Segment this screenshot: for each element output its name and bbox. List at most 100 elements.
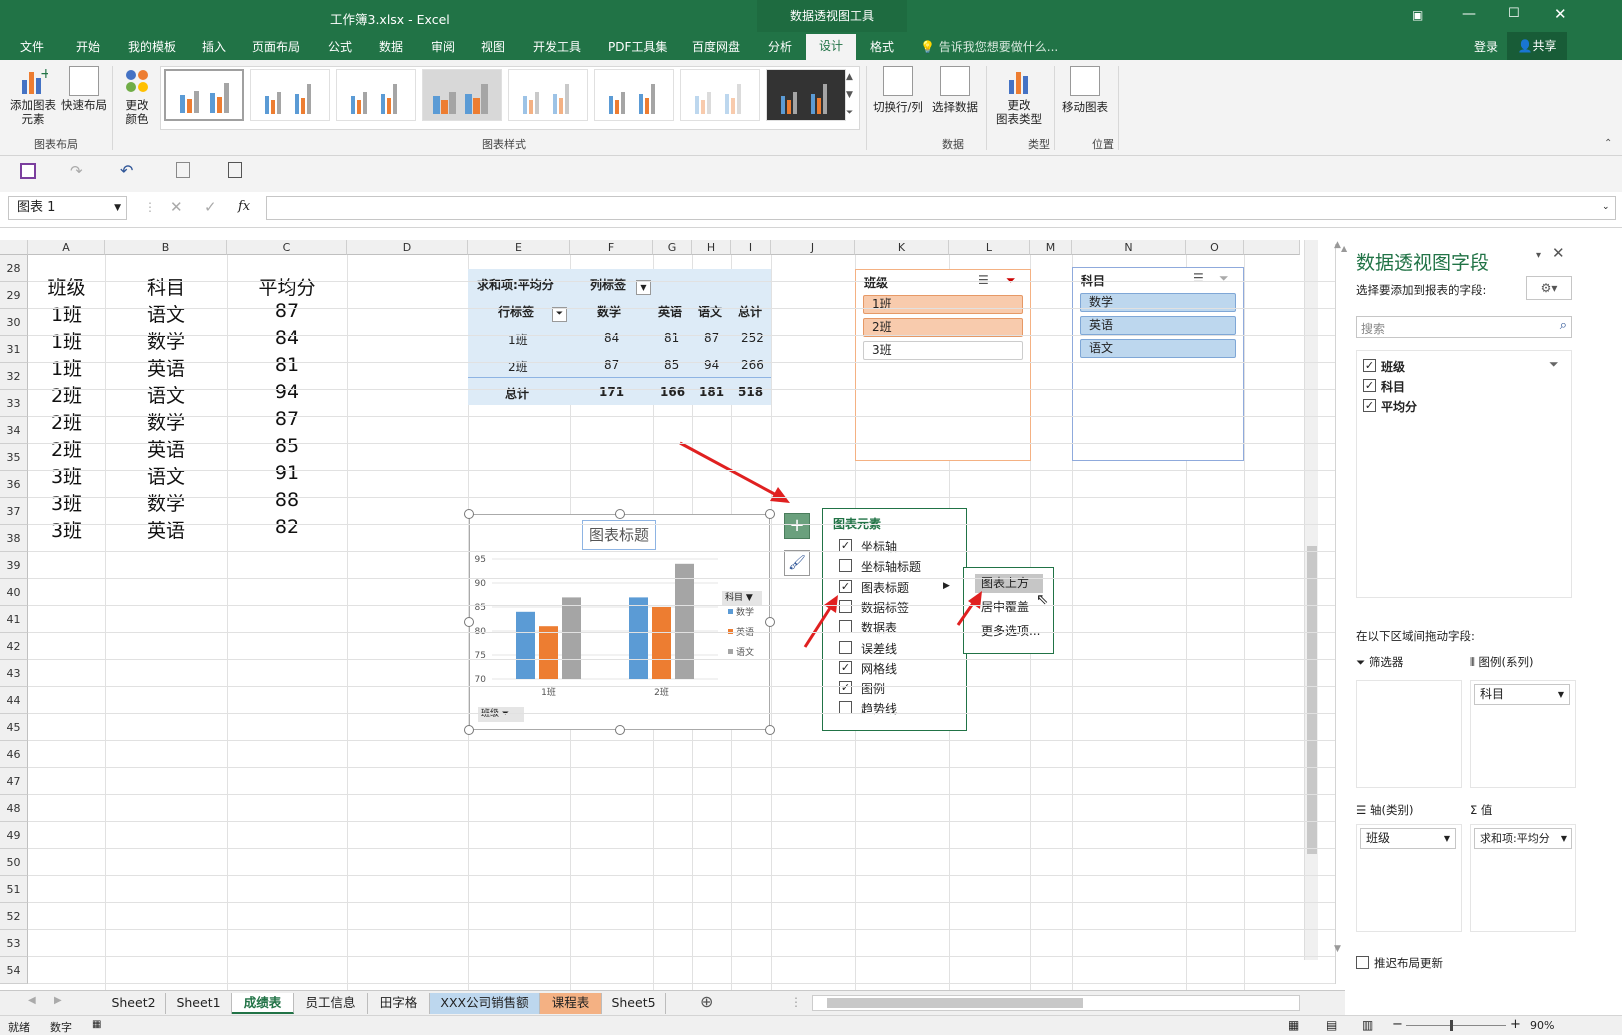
col-header-d[interactable]: D <box>347 240 468 255</box>
table-cell[interactable]: 英语 <box>105 435 227 462</box>
pivot-cell[interactable]: 87 <box>704 331 719 345</box>
table-cell[interactable]: 语文 <box>105 462 227 489</box>
row-header[interactable]: 53 <box>0 930 28 957</box>
expand-formula-icon[interactable]: ⌄ <box>1602 202 1610 212</box>
table-cell[interactable]: 3班 <box>28 462 105 489</box>
table-cell[interactable]: 1班 <box>28 354 105 381</box>
table-cell[interactable]: 数学 <box>105 408 227 435</box>
ribbon-display-icon[interactable]: ▣ <box>1412 8 1423 22</box>
defer-update-option[interactable]: 推迟布局更新 <box>1356 954 1576 972</box>
row-header[interactable]: 49 <box>0 822 28 849</box>
table-cell[interactable]: 91 <box>227 462 347 484</box>
normal-view-icon[interactable]: ▦ <box>1288 1018 1299 1032</box>
collapse-ribbon-icon[interactable]: ⌃ <box>1604 138 1612 149</box>
scroll-down-icon[interactable]: ▼ <box>1334 944 1341 954</box>
table-cell[interactable]: 81 <box>227 354 347 376</box>
sheet-tab[interactable]: 员工信息 <box>294 993 368 1014</box>
axis-field-button[interactable]: 班级 ⏷ <box>478 707 524 722</box>
table-cell[interactable]: 语文 <box>105 300 227 327</box>
pivot-cell[interactable]: 81 <box>664 331 679 345</box>
row-header[interactable]: 48 <box>0 795 28 822</box>
row-header[interactable]: 37 <box>0 498 28 525</box>
tab-formulas[interactable]: 公式 <box>328 38 352 55</box>
table-cell[interactable]: 3班 <box>28 516 105 543</box>
multi-select-icon[interactable]: ☰ <box>1193 271 1204 285</box>
pivot-cell[interactable]: 266 <box>741 358 764 372</box>
resize-handle[interactable] <box>765 725 775 735</box>
zoom-slider-thumb[interactable] <box>1450 1020 1453 1031</box>
chart-element-item[interactable]: ✓ 图例 <box>839 679 949 697</box>
row-header[interactable]: 41 <box>0 606 28 633</box>
pivot-cell[interactable]: 94 <box>704 358 719 372</box>
redo-icon[interactable]: ↷ <box>70 162 83 180</box>
row-header[interactable]: 38 <box>0 525 28 552</box>
horizontal-scrollbar[interactable] <box>812 995 1300 1011</box>
table-cell[interactable]: 87 <box>227 408 347 430</box>
share-button[interactable]: 👤共享 <box>1507 32 1567 60</box>
sheet-tab[interactable]: 课程表 <box>540 993 602 1014</box>
filter-area[interactable] <box>1356 680 1462 788</box>
chart-style-5[interactable] <box>508 69 588 121</box>
table-cell[interactable]: 1班 <box>28 327 105 354</box>
table-cell[interactable]: 88 <box>227 489 347 511</box>
sheet-tab[interactable]: Sheet5 <box>602 993 666 1014</box>
tab-baidu[interactable]: 百度网盘 <box>692 38 740 55</box>
table-cell[interactable]: 2班 <box>28 408 105 435</box>
field-item-subject[interactable]: ✓ 科目 <box>1363 377 1563 395</box>
field-checkbox[interactable]: ✓ <box>1363 379 1376 392</box>
login-link[interactable]: 登录 <box>1474 38 1498 55</box>
col-header-f[interactable]: F <box>570 240 653 255</box>
pivot-col-english[interactable]: 英语 <box>658 303 682 320</box>
undo-icon[interactable]: ↶ <box>120 161 133 180</box>
resize-handle[interactable] <box>464 617 474 627</box>
tab-pdf[interactable]: PDF工具集 <box>608 38 667 55</box>
tab-analyze[interactable]: 分析 <box>768 38 792 55</box>
resize-handle[interactable] <box>464 509 474 519</box>
close-icon[interactable]: ✕ <box>1554 5 1567 23</box>
col-header-k[interactable]: K <box>855 240 949 255</box>
pane-scroll-up[interactable]: ▲ <box>1341 244 1351 254</box>
slicer-subject[interactable]: 科目 ☰ ⏷ 数学 英语 语文 <box>1072 267 1244 461</box>
field-item-average[interactable]: ✓ 平均分 <box>1363 397 1563 415</box>
sheet-tab[interactable]: 田字格 <box>368 993 430 1014</box>
slicer-item-3[interactable]: 3班 <box>863 341 1023 360</box>
pivot-row-label[interactable]: 行标签 <box>498 303 534 320</box>
col-filter-dropdown[interactable]: ▼ <box>636 280 651 295</box>
switch-row-column-button[interactable]: 切换行/列 <box>870 66 926 114</box>
tab-home[interactable]: 开始 <box>76 38 100 55</box>
table-cell[interactable]: 85 <box>227 435 347 457</box>
defer-checkbox[interactable] <box>1356 956 1369 969</box>
sheet-tab[interactable]: Sheet2 <box>102 993 166 1014</box>
prev-sheet-icon[interactable]: ◀ <box>28 995 36 1006</box>
table-cell[interactable]: 94 <box>227 381 347 403</box>
legend-field-dropdown[interactable]: 科目 ▼ <box>1474 684 1570 705</box>
tab-my-template[interactable]: 我的模板 <box>128 38 176 55</box>
tab-design[interactable]: 设计 <box>806 34 856 60</box>
col-header-g[interactable]: G <box>653 240 692 255</box>
table-cell[interactable]: 1班 <box>28 300 105 327</box>
col-header-a[interactable]: A <box>28 240 105 255</box>
formula-input[interactable] <box>266 196 1616 220</box>
row-header[interactable]: 44 <box>0 687 28 714</box>
chart-style-7[interactable] <box>680 69 760 121</box>
zoom-slider[interactable] <box>1406 1025 1506 1026</box>
find-icon[interactable] <box>228 162 242 178</box>
row-header[interactable]: 43 <box>0 660 28 687</box>
col-header-l[interactable]: L <box>949 240 1030 255</box>
table-cell[interactable]: 英语 <box>105 354 227 381</box>
row-header[interactable]: 35 <box>0 444 28 471</box>
resize-handle[interactable] <box>614 509 625 519</box>
row-header[interactable]: 51 <box>0 876 28 903</box>
table-cell[interactable]: 数学 <box>105 327 227 354</box>
slicer-item-1[interactable]: 1班 <box>863 295 1023 314</box>
pivot-col-total[interactable]: 总计 <box>738 303 762 320</box>
print-preview-icon[interactable] <box>176 162 190 178</box>
field-item-class[interactable]: ✓ 班级 ⏷ <box>1363 357 1563 375</box>
scroll-top-icon[interactable]: ▲ <box>1334 240 1341 250</box>
table-cell[interactable]: 2班 <box>28 381 105 408</box>
pivot-value-label[interactable]: 求和项:平均分 <box>477 276 554 293</box>
pivot-cell[interactable]: 84 <box>604 331 619 345</box>
header-class[interactable]: 班级 <box>28 273 105 300</box>
table-cell[interactable]: 2班 <box>28 435 105 462</box>
move-chart-button[interactable]: 移动图表 <box>1058 66 1112 114</box>
